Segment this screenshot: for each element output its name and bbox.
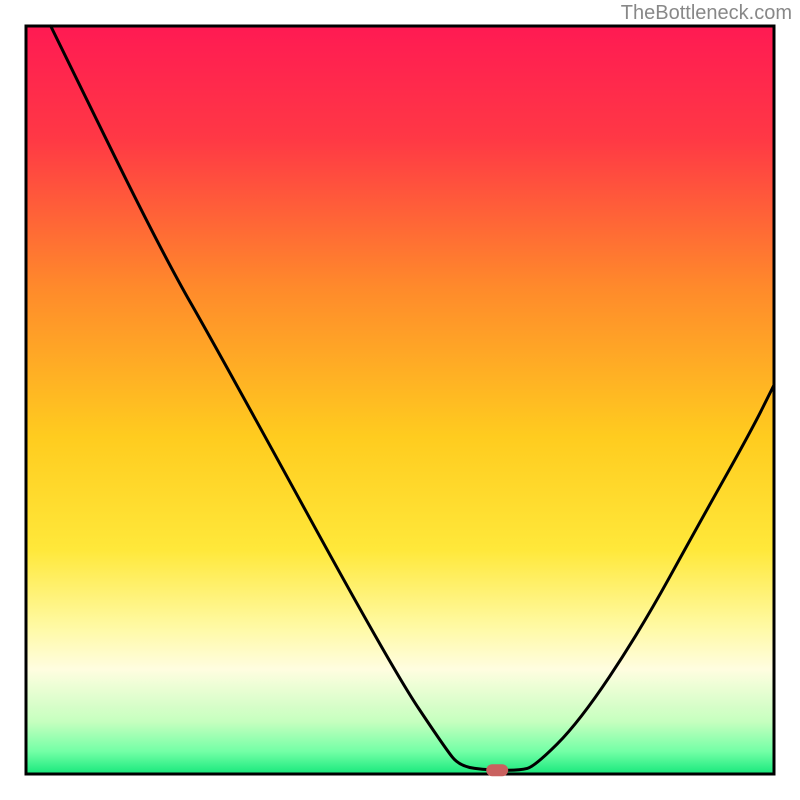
- optimum-marker: [486, 764, 508, 776]
- chart-canvas: [0, 0, 800, 800]
- watermark-label: TheBottleneck.com: [621, 2, 792, 25]
- plot-background: [26, 26, 774, 774]
- plot-area: [26, 26, 774, 776]
